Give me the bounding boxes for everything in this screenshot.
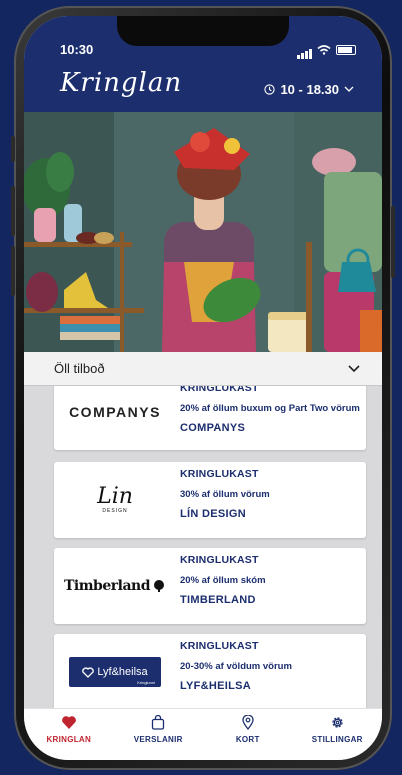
status-icons — [296, 41, 356, 59]
hero-image — [24, 112, 382, 352]
offer-store-name: TIMBERLAND — [180, 594, 256, 606]
offer-store-name: LÍN DESIGN — [180, 508, 246, 520]
brand-logo: Timberland — [54, 548, 176, 624]
volume-down-button — [11, 246, 15, 296]
bag-icon — [152, 714, 165, 730]
offer-description: 20% af öllum buxum og Part Two vörum — [180, 403, 360, 414]
offer-tag: KRINGLUKAST — [180, 640, 259, 652]
battery-icon — [336, 45, 356, 55]
heart-icon — [61, 716, 76, 729]
offer-card[interactable]: Lin DESIGN KRINGLUKAST 30% af öllum vöru… — [54, 462, 366, 538]
brand-logo-text: Lin — [97, 484, 133, 509]
app-screen: 10:30 Kringlan 10 - 18.30 Öll tilboð COM… — [24, 16, 382, 760]
tab-label: KORT — [235, 735, 260, 744]
wifi-icon — [317, 45, 331, 55]
offer-tag: KRINGLUKAST — [180, 386, 259, 394]
tab-label: KRINGLAN — [46, 735, 92, 744]
map-pin-icon — [242, 714, 254, 731]
mute-switch — [11, 136, 15, 162]
brand-logo: COMPANYS — [54, 386, 176, 450]
brand-logo-text: Lyf&heilsa — [97, 666, 148, 678]
volume-up-button — [11, 186, 15, 236]
tree-icon — [153, 580, 164, 592]
offer-card[interactable]: Timberland KRINGLUKAST 20% af öllum skóm… — [54, 548, 366, 624]
offer-description: 20% af öllum skóm — [180, 575, 266, 586]
brand-logo-subtext: Kringlunni — [137, 680, 155, 685]
tab-kringlan[interactable]: KRINGLAN — [29, 709, 109, 760]
bottom-tab-bar: KRINGLAN VERSLANIR KORT STILLINGAR — [24, 708, 382, 760]
offer-description: 30% af öllum vörum — [180, 489, 270, 500]
kringlan-logo[interactable]: Kringlan — [60, 68, 182, 98]
heart-icon — [82, 666, 95, 678]
offer-filter-dropdown[interactable]: Öll tilboð — [24, 352, 382, 386]
hero-banner[interactable] — [24, 112, 382, 352]
opening-hours-text: 10 - 18.30 — [280, 82, 339, 97]
offer-store-name: LYF&HEILSA — [180, 680, 252, 692]
offer-store-name: COMPANYS — [180, 422, 246, 434]
offer-card[interactable]: Lyf&heilsa Kringlunni KRINGLUKAST 20-30%… — [54, 634, 366, 708]
tab-stillingar[interactable]: STILLINGAR — [297, 709, 377, 760]
clock-icon — [264, 84, 276, 95]
offer-card[interactable]: COMPANYS KRINGLUKAST 20% af öllum buxum … — [54, 386, 366, 450]
gear-icon — [332, 717, 343, 728]
offer-description: 20-30% af völdum vörum — [180, 661, 292, 672]
tab-verslanir[interactable]: VERSLANIR — [118, 709, 198, 760]
offer-tag: KRINGLUKAST — [180, 468, 259, 480]
opening-hours[interactable]: 10 - 18.30 — [264, 82, 354, 97]
tab-label: STILLINGAR — [311, 735, 363, 744]
notch — [117, 16, 289, 46]
chevron-down-icon — [348, 364, 360, 372]
brand-logo-text: COMPANYS — [69, 404, 161, 420]
offer-filter-label: Öll tilboð — [54, 361, 105, 376]
signal-icon — [296, 41, 312, 59]
tab-kort[interactable]: KORT — [208, 709, 288, 760]
tab-label: VERSLANIR — [133, 735, 183, 744]
offers-list[interactable]: COMPANYS KRINGLUKAST 20% af öllum buxum … — [24, 386, 382, 708]
power-button — [391, 206, 395, 278]
brand-logo-subtext: DESIGN — [102, 508, 128, 514]
chevron-down-icon — [344, 86, 354, 92]
offer-tag: KRINGLUKAST — [180, 554, 259, 566]
brand-logo: Lin DESIGN — [54, 462, 176, 538]
brand-logo-text: Timberland — [64, 578, 150, 594]
status-time: 10:30 — [60, 42, 94, 57]
brand-logo: Lyf&heilsa Kringlunni — [54, 634, 176, 708]
